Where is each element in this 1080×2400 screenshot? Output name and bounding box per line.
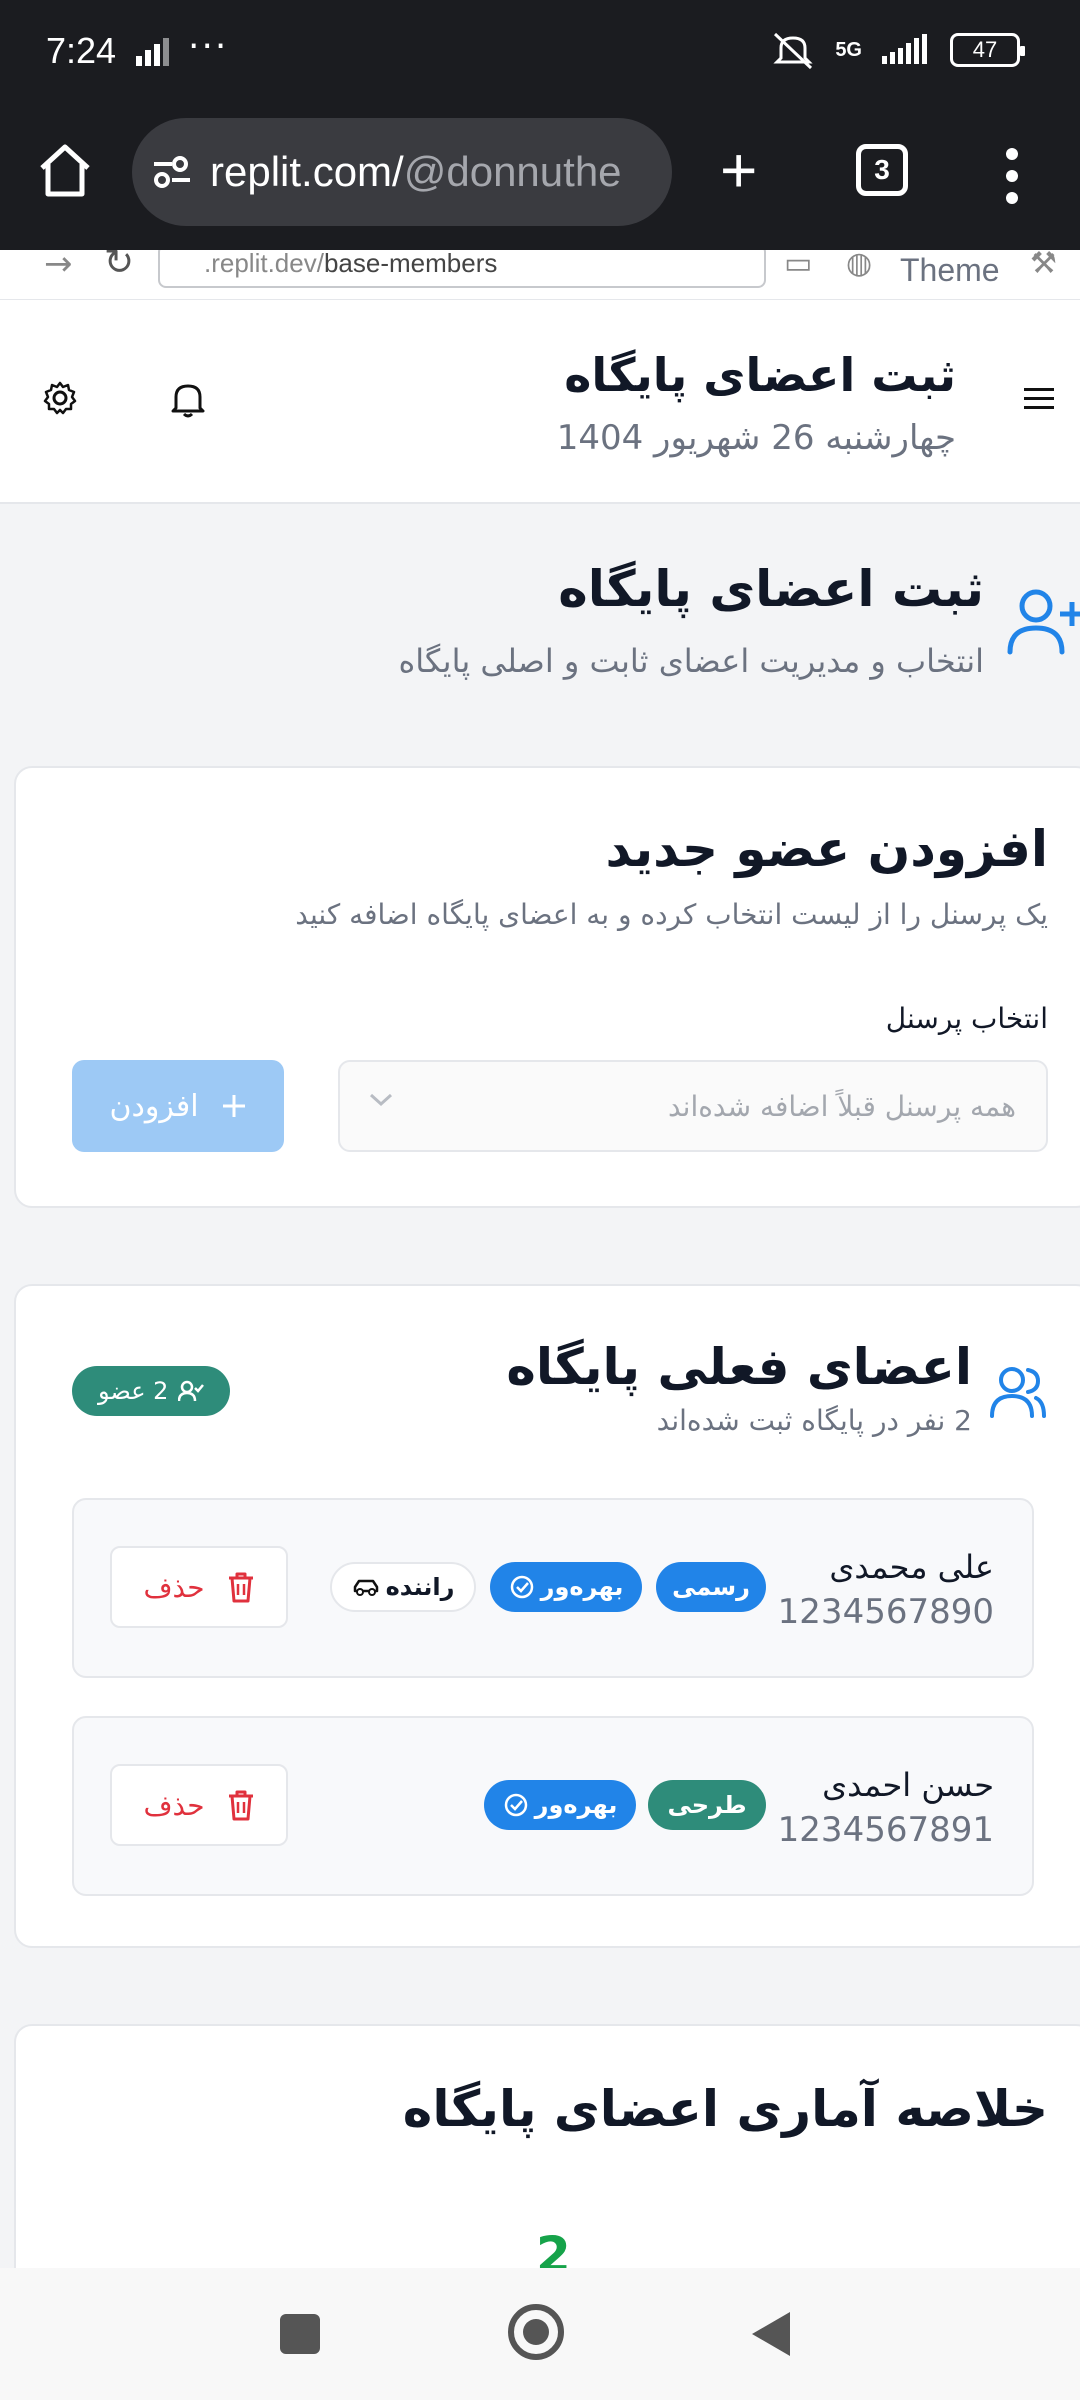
forward-icon[interactable]: → xyxy=(44,250,73,284)
system-nav-bar xyxy=(0,2268,1080,2400)
dev-url-field[interactable]: .replit.dev/base-members xyxy=(158,250,766,288)
member-row: علی محمدی 1234567890 رسمی بهره‌ور راننده… xyxy=(72,1498,1034,1678)
network-type: 5G xyxy=(835,38,862,61)
personnel-select[interactable]: همه پرسنل قبلاً اضافه شده‌اند xyxy=(338,1060,1048,1152)
plus-icon xyxy=(222,1095,245,1117)
user-plus-icon xyxy=(1007,589,1080,655)
check-circle-icon xyxy=(510,1575,533,1599)
delete-member-button[interactable]: حذف xyxy=(110,1764,288,1846)
page-subtitle: انتخاب و مدیریت اعضای ثابت و اصلی پایگاه xyxy=(398,642,984,680)
more-menu-icon[interactable] xyxy=(1000,146,1024,206)
member-row: حسن احمدی 1234567891 طرحی بهره‌ور حذف xyxy=(72,1716,1034,1896)
driver-tag: راننده xyxy=(330,1562,476,1612)
employment-type-tag: رسمی xyxy=(656,1562,766,1612)
replit-dev-bar: → ↻ .replit.dev/base-members ▭ ◍ Theme ⚒ xyxy=(0,250,1080,300)
site-settings-icon[interactable] xyxy=(152,154,192,190)
home-icon[interactable] xyxy=(36,142,94,198)
theme-button[interactable]: Theme xyxy=(900,252,1000,289)
wrench-icon[interactable]: ⚒ xyxy=(1030,250,1057,281)
role-tag: بهره‌ور xyxy=(484,1780,636,1830)
member-count-text: 2 عضو xyxy=(98,1377,169,1405)
palette-icon[interactable]: ◍ xyxy=(846,250,872,281)
settings-icon[interactable] xyxy=(42,380,78,416)
personnel-select-label: انتخاب پرسنل xyxy=(885,1002,1048,1035)
stats-title: خلاصه آماری اعضای پایگاه xyxy=(402,2080,1048,2138)
delete-label: حذف xyxy=(143,1570,205,1604)
status-time: 7:24 xyxy=(46,30,117,71)
role-tag: بهره‌ور xyxy=(490,1562,642,1612)
signal-icon xyxy=(136,38,169,66)
car-icon xyxy=(353,1579,378,1596)
cell-signal-icon xyxy=(882,34,927,64)
address-bar[interactable]: replit.com/@donnuthe xyxy=(132,118,672,226)
current-members-subtitle: 2 نفر در پایگاه ثبت شده‌اند xyxy=(656,1404,972,1437)
home-button[interactable] xyxy=(508,2304,564,2360)
add-member-title: افزودن عضو جدید xyxy=(605,820,1048,878)
add-member-card: افزودن عضو جدید یک پرسنل را از لیست انتخ… xyxy=(14,766,1080,1208)
recents-button[interactable] xyxy=(280,2314,320,2354)
hamburger-menu-icon[interactable] xyxy=(1024,386,1054,412)
delete-label: حذف xyxy=(143,1788,205,1822)
page-heading: ثبت اعضای پایگاه انتخاب و مدیریت اعضای ث… xyxy=(0,560,1080,700)
trash-icon xyxy=(228,1790,253,1821)
member-name: علی محمدی xyxy=(829,1548,994,1586)
user-check-icon xyxy=(178,1380,205,1402)
trash-icon xyxy=(228,1572,253,1603)
member-code: 1234567890 xyxy=(777,1592,994,1632)
add-member-button-label: افزودن xyxy=(109,1088,199,1124)
status-bar: 7:24 ··· 5G 47 xyxy=(0,0,1080,110)
app-header: ثبت اعضای پایگاه چهارشنبه 26 شهریور 1404 xyxy=(0,300,1080,504)
battery-icon: 47 xyxy=(950,33,1025,67)
member-code: 1234567891 xyxy=(777,1810,994,1850)
chevron-down-icon xyxy=(369,1093,393,1107)
users-icon xyxy=(990,1367,1046,1418)
current-members-title: اعضای فعلی پایگاه xyxy=(506,1338,972,1396)
browser-toolbar: replit.com/@donnuthe + 3 xyxy=(0,110,1080,250)
more-notifications-icon: ··· xyxy=(188,26,229,67)
header-title: ثبت اعضای پایگاه xyxy=(564,348,956,402)
new-tab-button[interactable]: + xyxy=(720,138,757,202)
reload-icon[interactable]: ↻ xyxy=(104,250,134,283)
member-name: حسن احمدی xyxy=(822,1766,994,1804)
employment-type-tag: طرحی xyxy=(648,1780,766,1830)
current-members-card: اعضای فعلی پایگاه 2 نفر در پایگاه ثبت شد… xyxy=(14,1284,1080,1948)
url-text: replit.com/@donnuthe xyxy=(210,148,622,195)
personnel-select-placeholder: همه پرسنل قبلاً اضافه شده‌اند xyxy=(667,1089,1016,1123)
mute-icon xyxy=(773,32,813,70)
delete-member-button[interactable]: حذف xyxy=(110,1546,288,1628)
check-circle-icon xyxy=(504,1793,527,1817)
page-title: ثبت اعضای پایگاه xyxy=(558,560,984,618)
member-count-badge: 2 عضو xyxy=(72,1366,231,1416)
tab-switcher-button[interactable]: 3 xyxy=(856,144,908,196)
devices-icon[interactable]: ▭ xyxy=(784,250,812,281)
back-button[interactable] xyxy=(752,2312,790,2356)
battery-level: 47 xyxy=(972,37,998,62)
add-member-subtitle: یک پرسنل را از لیست انتخاب کرده و به اعض… xyxy=(295,898,1048,931)
header-date: چهارشنبه 26 شهریور 1404 xyxy=(556,418,956,458)
notifications-icon[interactable] xyxy=(170,380,206,418)
add-member-button[interactable]: افزودن xyxy=(72,1060,284,1152)
